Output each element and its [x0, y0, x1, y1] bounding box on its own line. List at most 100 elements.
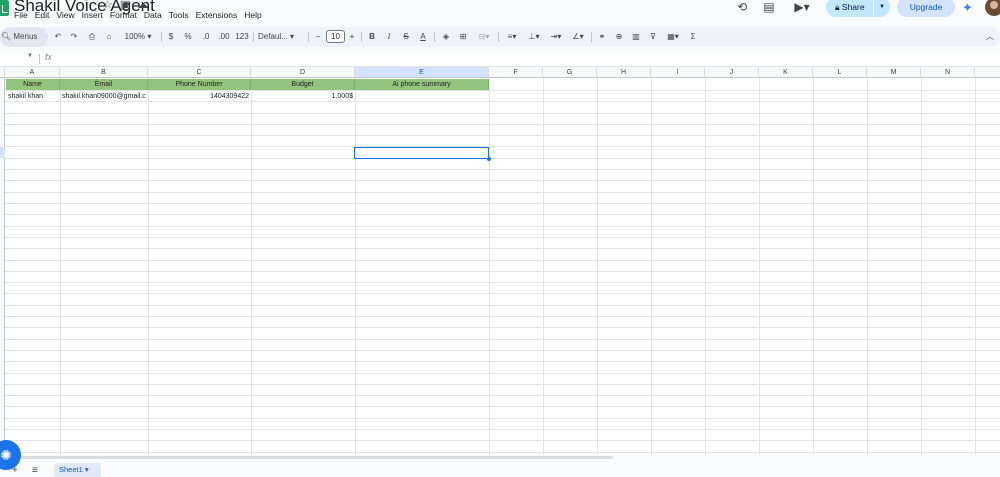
menus-search[interactable]: 🔍︎ Menus [0, 27, 48, 47]
decrease-decimal-button[interactable]: .0 [199, 27, 213, 47]
paint-format-icon[interactable]: ⌂ [103, 27, 115, 47]
name-box[interactable]: ▼ [0, 53, 36, 65]
grid-row-line [5, 316, 1000, 317]
header-cell-budget[interactable]: Budget [251, 79, 355, 90]
menu-view[interactable]: View [53, 10, 78, 20]
column-header-d[interactable]: D [251, 67, 355, 78]
meet-video-icon[interactable]: ▶▾ [790, 0, 814, 14]
toolbar: 🔍︎ Menus ↶ ↷ ⎙ ⌂ 100% ▾ $ % .0 .00 123 D… [0, 27, 1000, 47]
currency-format-button[interactable]: $ [166, 27, 176, 47]
comments-icon[interactable]: ▤ [761, 0, 777, 14]
cell-c2[interactable]: 1404309422 [148, 91, 251, 102]
filter-views-icon[interactable]: ▦▾ [663, 27, 683, 47]
menu-bar: File Edit View Insert Format Data Tools … [14, 10, 266, 20]
column-header-b[interactable]: B [60, 67, 148, 78]
column-header-i[interactable]: I [651, 67, 705, 78]
menu-format[interactable]: Format [107, 10, 141, 20]
column-header-n[interactable]: N [921, 67, 975, 78]
fill-color-icon[interactable]: ◈ [440, 27, 452, 47]
cell-b2[interactable]: shakil.khan09000@gmail.c [60, 91, 148, 102]
insert-link-icon[interactable]: ⚭ [596, 27, 608, 47]
grid-row-line [5, 452, 1000, 453]
column-header-l[interactable]: L [813, 67, 867, 78]
menu-insert[interactable]: Insert [79, 10, 107, 20]
redo-icon[interactable]: ↷ [68, 27, 80, 47]
menu-data[interactable]: Data [141, 10, 166, 20]
avatar[interactable] [985, 0, 1000, 16]
column-header-e[interactable]: E [355, 67, 489, 78]
grid-row-line [5, 180, 1000, 181]
strikethrough-button[interactable]: S [400, 27, 412, 47]
grid-row-line [5, 406, 1000, 407]
upgrade-button[interactable]: Upgrade [897, 0, 955, 17]
gemini-icon[interactable]: ✦ [962, 0, 973, 16]
grid-row-line [5, 203, 1000, 204]
column-header-m[interactable]: M [867, 67, 921, 78]
vertical-align-icon[interactable]: ⊥▾ [525, 27, 543, 47]
fx-icon: fx [45, 52, 53, 62]
grid-row-line [5, 237, 1000, 238]
cell-d2[interactable]: 1,000$ [251, 91, 355, 102]
header-cell-email[interactable]: Email [60, 79, 148, 90]
percent-format-button[interactable]: % [183, 27, 193, 47]
italic-button[interactable]: I [383, 27, 395, 47]
chevron-down-icon[interactable]: ▼ [27, 53, 33, 59]
column-header-h[interactable]: H [597, 67, 651, 78]
filter-icon[interactable]: ⊽ [647, 27, 659, 47]
grid-row-line [5, 260, 1000, 261]
column-header-k[interactable]: K [759, 67, 813, 78]
grid-row-line [5, 361, 1000, 362]
column-header-c[interactable]: C [148, 67, 251, 78]
print-icon[interactable]: ⎙ [86, 27, 98, 47]
text-wrapping-icon[interactable]: ⇥▾ [547, 27, 565, 47]
fill-handle[interactable] [487, 157, 491, 161]
cell-a2[interactable]: shakil khan [6, 91, 60, 102]
decrease-font-size-button[interactable]: − [313, 27, 323, 47]
text-rotation-icon[interactable]: ∠▾ [569, 27, 587, 47]
insert-comment-icon[interactable]: ⊕ [613, 27, 625, 47]
horizontal-align-icon[interactable]: ≡▾ [503, 27, 521, 47]
font-size-input[interactable]: 10 [326, 30, 345, 43]
text-color-button[interactable]: A [417, 27, 429, 47]
bold-button[interactable]: B [366, 27, 378, 47]
grid-row-line [5, 373, 1000, 374]
column-header-f[interactable]: F [489, 67, 543, 78]
grid-row-line [5, 440, 1000, 441]
active-cell-selection[interactable] [354, 147, 489, 159]
share-button[interactable]: 🔒︎ Share ▼ [826, 0, 890, 17]
insert-chart-icon[interactable]: ▥ [630, 27, 642, 47]
grid-row-line [5, 395, 1000, 396]
merge-cells-icon[interactable]: ⊟▾ [474, 27, 494, 47]
grid-row-line [5, 169, 1000, 170]
menu-help[interactable]: Help [241, 10, 265, 20]
chevron-down-icon[interactable]: ▼ [879, 0, 885, 17]
increase-font-size-button[interactable]: + [347, 27, 357, 47]
header-cell-phone-number[interactable]: Phone Number [148, 79, 251, 90]
column-header-j[interactable]: J [705, 67, 759, 78]
header-cell-ai-phone-summary[interactable]: Ai phone summary [355, 79, 489, 90]
sheets-logo-icon[interactable] [0, 0, 9, 16]
menu-extensions[interactable]: Extensions [193, 10, 242, 20]
horizontal-scrollbar[interactable] [0, 456, 613, 459]
menu-file[interactable]: File [14, 10, 32, 20]
version-history-icon[interactable]: ⟲ [734, 0, 750, 14]
borders-icon[interactable]: ⊞ [457, 27, 469, 47]
functions-button[interactable]: Σ [688, 27, 698, 47]
zoom-select[interactable]: 100% ▾ [120, 27, 156, 47]
column-header-g[interactable]: G [543, 67, 597, 78]
menu-edit[interactable]: Edit [32, 10, 54, 20]
font-select[interactable]: Defaul... ▾ [258, 27, 302, 47]
all-sheets-icon[interactable]: ≡ [32, 465, 38, 476]
collapse-toolbar-icon[interactable]: ︿ [984, 27, 996, 47]
menu-tools[interactable]: Tools [166, 10, 193, 20]
sheet-tab-sheet1[interactable]: Sheet1 ▾ [54, 463, 101, 477]
header-cell-name[interactable]: Name [6, 79, 60, 90]
cell-e2[interactable] [355, 91, 489, 102]
row-header-selected[interactable] [0, 147, 5, 158]
increase-decimal-button[interactable]: .00 [216, 27, 232, 47]
undo-icon[interactable]: ↶ [52, 27, 64, 47]
more-formats-button[interactable]: 123 [235, 27, 249, 47]
grid-row-line [5, 282, 1000, 283]
column-header-a[interactable]: A [5, 67, 60, 78]
spreadsheet-grid[interactable]: A B C D E F G H I J K L M N Name Email P… [0, 67, 1000, 455]
